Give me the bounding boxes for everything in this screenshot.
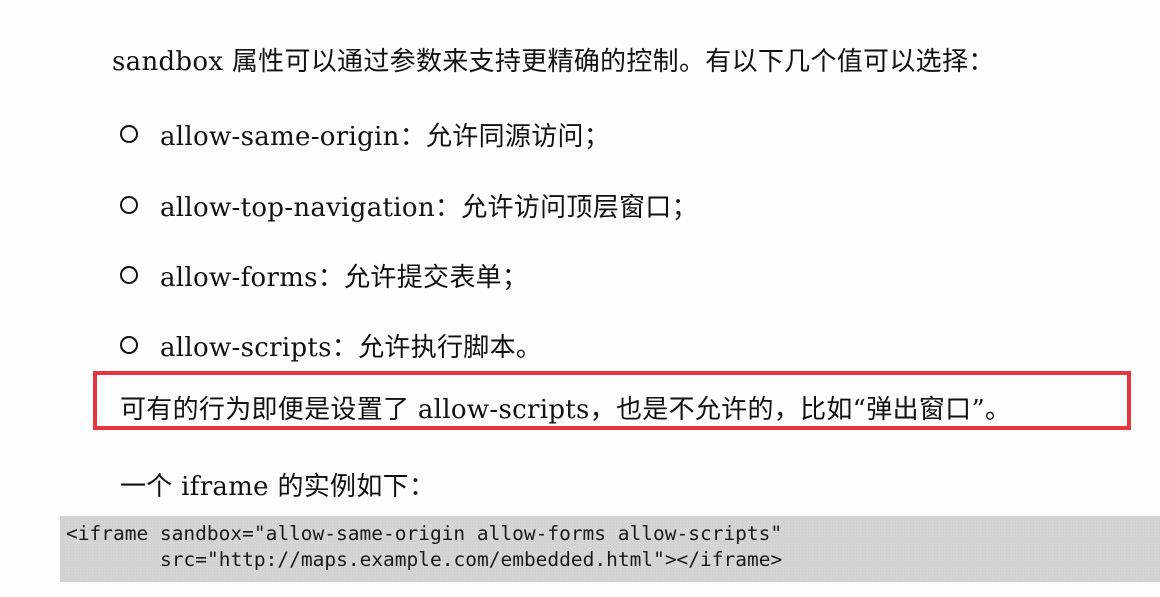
- option-item-allow-forms: allow-forms：允许提交表单；: [120, 258, 529, 293]
- option-item-allow-same-origin: allow-same-origin：允许同源访问；: [120, 117, 611, 152]
- option-item-allow-top-navigation: allow-top-navigation：允许访问顶层窗口；: [120, 188, 698, 223]
- bullet-circle-icon: [120, 196, 138, 214]
- bullet-circle-icon: [120, 336, 138, 354]
- bullet-circle-icon: [120, 125, 138, 143]
- option-text: allow-forms：允许提交表单；: [160, 262, 529, 293]
- intro-paragraph: sandbox 属性可以通过参数来支持更精确的控制。有以下几个值可以选择：: [112, 47, 995, 77]
- option-text: allow-scripts：允许执行脚本。: [160, 332, 543, 363]
- option-text: allow-top-navigation：允许访问顶层窗口；: [160, 192, 698, 223]
- highlighted-note: 可有的行为即便是设置了 allow-scripts，也是不允许的，比如“弹出窗口…: [120, 395, 1012, 425]
- option-text: allow-same-origin：允许同源访问；: [160, 121, 611, 152]
- option-item-allow-scripts: allow-scripts：允许执行脚本。: [120, 328, 543, 363]
- code-line: src="http://maps.example.com/embedded.ht…: [160, 548, 783, 571]
- code-line: <iframe sandbox="allow-same-origin allow…: [66, 522, 783, 545]
- example-intro: 一个 iframe 的实例如下：: [120, 472, 436, 502]
- code-block: <iframe sandbox="allow-same-origin allow…: [60, 516, 1160, 582]
- document-page: sandbox 属性可以通过参数来支持更精确的控制。有以下几个值可以选择： al…: [0, 0, 1160, 597]
- bullet-circle-icon: [120, 266, 138, 284]
